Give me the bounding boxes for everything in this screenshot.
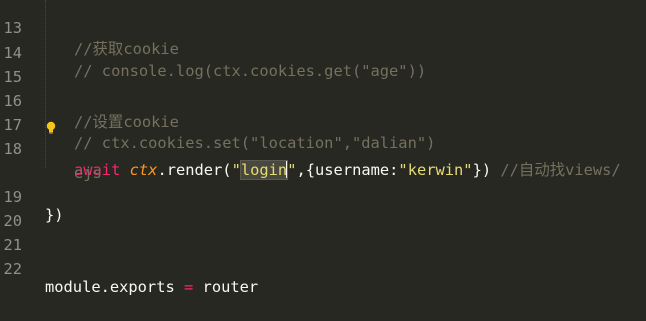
code-line-18[interactable]: 18 await ctx.render("login",{username:"k… <box>0 122 646 180</box>
code-line-22[interactable]: 22 module.exports = router <box>0 242 646 296</box>
router-identifier: router <box>202 278 259 296</box>
code-line-20[interactable]: 20 <box>0 194 646 230</box>
code-line-17[interactable]: 17 // ctx.cookies.set("location","dalian… <box>0 98 646 152</box>
code-line-16[interactable]: 16 //设置cookie <box>0 74 646 131</box>
code-line-18-wrap[interactable]: ejs <box>0 146 646 182</box>
code-line-15[interactable]: 15 <box>0 50 646 86</box>
code-line-13[interactable]: 13 //获取cookie <box>0 1 646 58</box>
code-editor[interactable]: 13 //获取cookie 14 // console.log(ctx.cook… <box>0 0 646 321</box>
code-line-19[interactable]: 19 }) <box>0 170 646 224</box>
code-line-21[interactable]: 21 <box>0 218 646 254</box>
line-number: 22 <box>3 260 22 278</box>
line-content[interactable]: module.exports = router <box>45 278 258 296</box>
assign-operator: = <box>174 278 203 296</box>
code-line-14[interactable]: 14 // console.log(ctx.cookies.get("age")… <box>0 26 646 80</box>
module-exports: module.exports <box>45 278 175 296</box>
